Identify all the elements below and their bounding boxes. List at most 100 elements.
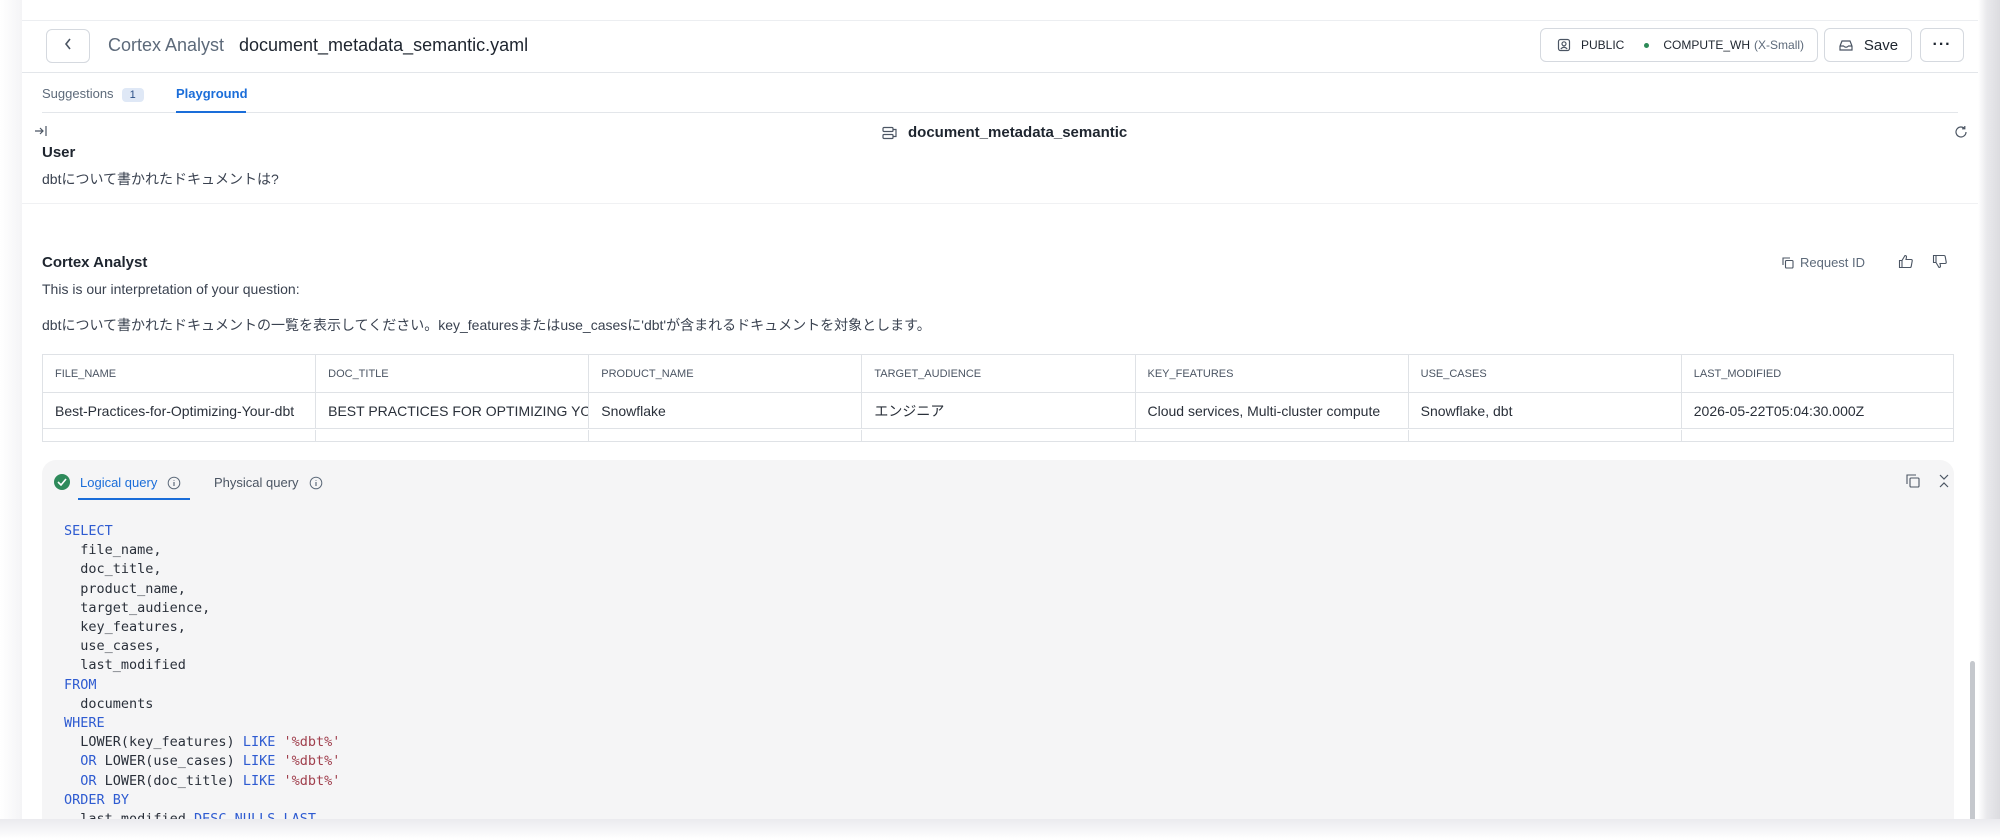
sql-text: use_cases,: [64, 638, 162, 655]
sql-text: file_name,: [64, 542, 162, 559]
sql-keyword: OR: [80, 772, 97, 789]
column-header[interactable]: LAST_MODIFIED: [1682, 355, 1953, 392]
tab-suggestions[interactable]: Suggestions 1: [42, 86, 144, 102]
interpretation-intro: This is our interpretation of your quest…: [42, 281, 300, 297]
sql-keyword: SELECT: [64, 523, 113, 539]
code-line: documents: [64, 695, 340, 714]
column-header[interactable]: KEY_FEATURES: [1136, 355, 1409, 392]
tab-suggestions-label: Suggestions: [42, 86, 114, 101]
collapse-query-icon[interactable]: [1938, 474, 1950, 488]
copy-icon: [1782, 256, 1794, 269]
sql-text: doc_title,: [64, 561, 162, 578]
sql-text: last_modified: [64, 657, 186, 674]
sql-keyword: LIKE: [242, 753, 276, 770]
request-id-label: Request ID: [1800, 255, 1866, 270]
warehouse-name: COMPUTE_WH: [1663, 38, 1751, 52]
code-line: ORDER BY: [64, 791, 340, 810]
save-button[interactable]: Save: [1824, 28, 1912, 62]
semantic-model-icon: [882, 126, 898, 140]
playground-toolbar: document_metadata_semantic: [22, 113, 1978, 153]
tab-logical-query[interactable]: Logical query: [80, 475, 181, 490]
thumbs-down-icon[interactable]: [1932, 254, 1948, 269]
window-shadow-right: [1978, 0, 2000, 839]
refresh-icon[interactable]: [1954, 125, 1968, 139]
tab-physical-query-label: Physical query: [214, 475, 299, 490]
sql-code-block[interactable]: SELECT file_name, doc_title, product_nam…: [64, 522, 340, 819]
collapse-panel-icon[interactable]: [34, 125, 48, 137]
code-line: SELECT: [64, 522, 340, 541]
table-cell: Best-Practices-for-Optimizing-Your-dbt: [43, 393, 317, 428]
table-cell: 2026-05-22T05:04:30.000Z: [1693, 402, 1865, 419]
code-line: last_modified: [64, 656, 340, 675]
thumbs-up-icon[interactable]: [1898, 254, 1914, 269]
app-name: Cortex Analyst: [108, 35, 225, 55]
window-shadow-left: [0, 0, 22, 839]
column-header[interactable]: TARGET_AUDIENCE: [862, 355, 1136, 392]
more-options-button[interactable]: ···: [1920, 28, 1964, 62]
table-row: Best-Practices-for-Optimizing-Your-dbt B…: [43, 393, 1953, 429]
semantic-model-name: document_metadata_semantic: [908, 124, 1128, 141]
results-table[interactable]: FILE_NAME DOC_TITLE PRODUCT_NAME TARGET_…: [42, 354, 1954, 442]
column-header[interactable]: FILE_NAME: [43, 355, 317, 392]
save-label: Save: [1863, 36, 1899, 54]
code-line: target_audience,: [64, 599, 340, 618]
semantic-model-title: document_metadata_semantic: [882, 124, 1127, 141]
code-line: key_features,: [64, 618, 340, 637]
sql-keyword: LIKE: [242, 734, 276, 751]
code-line: doc_title,: [64, 560, 340, 579]
code-line: product_name,: [64, 580, 340, 599]
info-icon[interactable]: [167, 476, 181, 490]
code-line: LOWER(key_features) LIKE '%dbt%': [64, 733, 340, 752]
cortex-analyst-window: Cortex Analyst document_metadata_semanti…: [22, 20, 1978, 819]
table-cell: BEST PRACTICES FOR OPTIMIZING YOUR DBT: [316, 393, 590, 428]
sql-text: key_features,: [64, 619, 186, 636]
sql-text: LOWER(doc_title): [96, 772, 243, 789]
sql-keyword: WHERE: [64, 715, 105, 732]
assistant-message-label: Cortex Analyst: [42, 254, 148, 271]
more-icon: ···: [1932, 36, 1952, 53]
sql-text: LOWER(key_features): [64, 734, 243, 751]
column-header[interactable]: DOC_TITLE: [316, 355, 590, 392]
code-line: last_modified DESC NULLS LAST: [64, 810, 340, 819]
sql-string: '%dbt%': [283, 772, 341, 789]
info-icon[interactable]: [309, 476, 323, 490]
role-warehouse-selector[interactable]: PUBLIC COMPUTE_WH (X-Small): [1540, 28, 1818, 62]
column-header[interactable]: USE_CASES: [1409, 355, 1682, 392]
tab-playground[interactable]: Playground: [176, 86, 248, 101]
user-role-icon: [1557, 38, 1571, 52]
sql-keyword: ORDER BY: [64, 791, 130, 808]
column-header[interactable]: PRODUCT_NAME: [589, 355, 863, 392]
top-header: Cortex Analyst document_metadata_semanti…: [22, 21, 1978, 73]
sql-text: last_modified: [64, 811, 194, 819]
back-button[interactable]: [46, 29, 90, 63]
table-cell: [316, 430, 590, 441]
code-line: OR LOWER(doc_title) LIKE '%dbt%': [64, 772, 340, 791]
tab-physical-query[interactable]: Physical query: [214, 475, 323, 490]
window-shadow-bottom: [0, 819, 2000, 839]
table-cell: [589, 430, 863, 441]
file-name: document_metadata_semantic.yaml: [239, 35, 529, 55]
table-cell: [1409, 430, 1682, 441]
sql-text: target_audience,: [64, 599, 211, 616]
code-line: OR LOWER(use_cases) LIKE '%dbt%': [64, 752, 340, 771]
table-cell: [1682, 430, 1953, 441]
suggestions-count-badge: 1: [121, 88, 144, 102]
table-cell: [1136, 430, 1409, 441]
request-id-button[interactable]: Request ID: [1782, 255, 1865, 270]
sql-text: product_name,: [64, 580, 186, 597]
warehouse-size: (X-Small): [1754, 38, 1805, 52]
active-query-tab-indicator: [78, 498, 190, 500]
scrollbar-thumb[interactable]: [1970, 661, 1975, 819]
chevron-left-icon: [63, 37, 73, 56]
message-divider: [22, 203, 1978, 204]
save-icon: [1838, 38, 1854, 52]
table-header-row: FILE_NAME DOC_TITLE PRODUCT_NAME TARGET_…: [43, 355, 1953, 393]
code-line: FROM: [64, 676, 340, 695]
tab-bar: Suggestions 1 Playground: [22, 73, 1978, 113]
table-cell: Cloud services, Multi-cluster compute: [1136, 393, 1409, 428]
copy-query-icon[interactable]: [1906, 474, 1920, 488]
sql-keyword: DESC NULLS LAST: [194, 811, 316, 819]
